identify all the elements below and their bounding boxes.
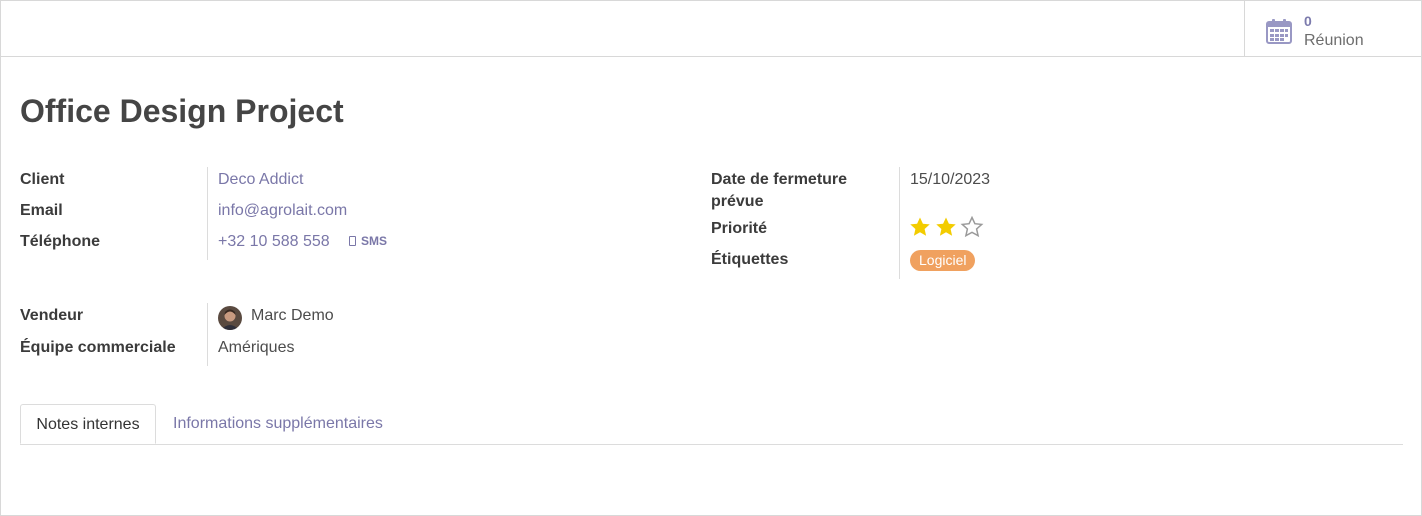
email-label: Email xyxy=(20,202,63,219)
priority-widget xyxy=(908,215,986,244)
calendar-icon xyxy=(1266,19,1292,44)
form-view: 0 Réunion Office Design Project Client E… xyxy=(0,0,1422,516)
button-box: 0 Réunion xyxy=(1,1,1421,57)
salesperson-field[interactable]: Marc Demo xyxy=(251,305,334,327)
tab-extra-info[interactable]: Informations supplémentaires xyxy=(173,404,383,444)
phone-field[interactable]: +32 10 588 558 xyxy=(218,231,330,253)
client-label: Client xyxy=(20,171,65,188)
sales-team-label: Équipe commerciale xyxy=(20,339,176,356)
sms-button[interactable]: SMS xyxy=(349,234,387,248)
sales-team-field[interactable]: Amériques xyxy=(218,337,294,359)
meetings-count: 0 xyxy=(1304,13,1312,29)
star-filled-icon[interactable] xyxy=(934,215,958,239)
meetings-stat-button[interactable]: 0 Réunion xyxy=(1244,1,1422,56)
divider xyxy=(207,167,208,260)
star-filled-icon[interactable] xyxy=(908,215,932,239)
sms-label: SMS xyxy=(361,234,388,248)
client-field[interactable]: Deco Addict xyxy=(218,169,303,191)
divider xyxy=(207,303,208,366)
divider xyxy=(899,167,900,279)
mobile-phone-icon xyxy=(349,236,356,246)
notebook-tabs: Notes internes Informations supplémentai… xyxy=(20,404,1403,445)
avatar xyxy=(218,306,242,330)
opportunity-title[interactable]: Office Design Project xyxy=(20,93,344,130)
tab-internal-notes[interactable]: Notes internes xyxy=(20,404,156,444)
email-field[interactable]: info@agrolait.com xyxy=(218,200,347,222)
priority-label: Priorité xyxy=(711,220,768,237)
star-empty-icon[interactable] xyxy=(960,215,984,239)
closing-date-field[interactable]: 15/10/2023 xyxy=(910,169,990,191)
meetings-label: Réunion xyxy=(1304,32,1364,49)
tags-label: Étiquettes xyxy=(711,251,789,268)
closing-date-label: Date de fermeture prévue xyxy=(711,171,848,210)
phone-label: Téléphone xyxy=(20,233,101,250)
tag-badge[interactable]: Logiciel xyxy=(910,250,976,271)
salesperson-label: Vendeur xyxy=(20,307,84,324)
